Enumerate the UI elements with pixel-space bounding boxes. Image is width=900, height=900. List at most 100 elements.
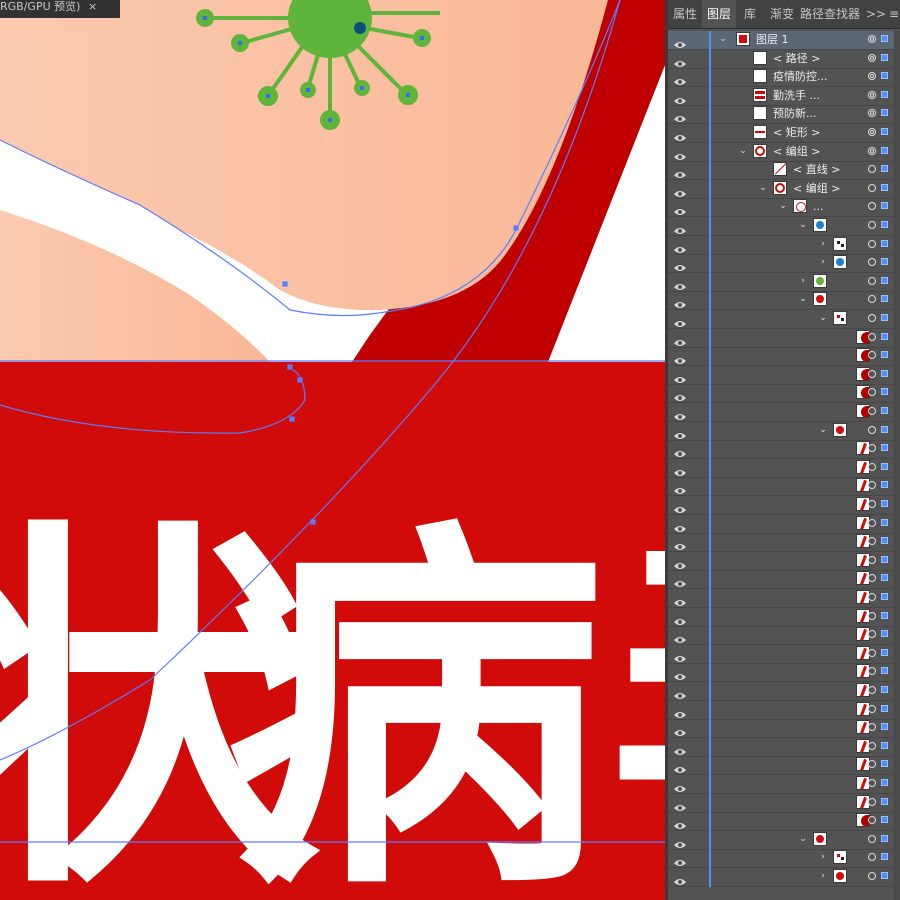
visibility-eye-icon[interactable]: [674, 612, 686, 625]
layer-target-icon[interactable]: [868, 183, 876, 192]
visibility-eye-icon[interactable]: [674, 593, 686, 606]
visibility-eye-icon[interactable]: [674, 742, 686, 755]
layer-target-icon[interactable]: [868, 537, 876, 546]
visibility-eye-icon[interactable]: [674, 537, 686, 551]
chevron-down-icon[interactable]: ⌄: [738, 146, 748, 156]
tab-gradient[interactable]: 渐变: [764, 0, 800, 28]
layer-row[interactable]: [668, 440, 900, 460]
visibility-eye-icon[interactable]: [674, 686, 686, 699]
layer-target-icon[interactable]: [868, 90, 876, 99]
layer-row[interactable]: ⌄: [668, 421, 900, 441]
selection-indicator[interactable]: [881, 462, 888, 470]
selection-indicator[interactable]: [881, 276, 888, 284]
visibility-eye-icon[interactable]: [674, 574, 686, 588]
visibility-eye-icon[interactable]: [674, 835, 686, 848]
layer-row[interactable]: ›: [668, 254, 900, 274]
selection-indicator[interactable]: [881, 593, 888, 600]
layer-target-icon[interactable]: [868, 369, 876, 378]
visibility-eye-icon[interactable]: [674, 109, 686, 123]
layer-row[interactable]: [668, 700, 900, 720]
layer-target-icon[interactable]: [868, 425, 876, 434]
visibility-eye-icon[interactable]: [674, 295, 686, 309]
visibility-eye-icon[interactable]: [674, 463, 686, 476]
layer-row[interactable]: ⌄: [668, 830, 900, 850]
selection-indicator[interactable]: [881, 351, 888, 359]
layer-target-icon[interactable]: [868, 574, 876, 583]
layer-row[interactable]: [668, 775, 900, 794]
selection-indicator[interactable]: [881, 90, 888, 98]
layer-target-icon[interactable]: [868, 462, 876, 471]
visibility-eye-icon[interactable]: [674, 221, 686, 234]
chevron-down-icon[interactable]: ⌄: [718, 34, 728, 44]
layer-row[interactable]: [668, 477, 900, 497]
layer-row[interactable]: ›: [668, 868, 900, 887]
layer-target-icon[interactable]: [868, 72, 876, 81]
layer-name[interactable]: 图层 1: [756, 32, 789, 47]
visibility-eye-icon[interactable]: [674, 128, 686, 141]
panel-menu-icon[interactable]: ≡: [888, 0, 900, 28]
selection-indicator[interactable]: [881, 555, 888, 563]
visibility-eye-icon[interactable]: [674, 370, 686, 383]
layer-target-icon[interactable]: [868, 35, 876, 43]
selection-indicator[interactable]: [881, 816, 888, 824]
selection-indicator[interactable]: [881, 667, 888, 675]
chevron-down-icon[interactable]: ⌄: [818, 425, 828, 435]
visibility-eye-icon[interactable]: [674, 705, 686, 718]
visibility-eye-icon[interactable]: [674, 481, 686, 495]
layer-row[interactable]: < 路径 >: [668, 49, 900, 69]
selection-indicator[interactable]: [881, 444, 888, 452]
layer-target-icon[interactable]: [868, 518, 876, 527]
visibility-eye-icon[interactable]: [674, 35, 686, 48]
layer-row[interactable]: < 矩形 >: [668, 124, 900, 143]
selection-indicator[interactable]: [881, 853, 888, 861]
selection-indicator[interactable]: [881, 239, 888, 247]
layer-target-icon[interactable]: [868, 872, 876, 880]
selection-indicator[interactable]: [881, 872, 888, 879]
visibility-eye-icon[interactable]: [674, 407, 686, 420]
visibility-eye-icon[interactable]: [674, 240, 686, 253]
layer-target-icon[interactable]: [868, 351, 876, 360]
visibility-eye-icon[interactable]: [674, 184, 686, 197]
layer-row[interactable]: [668, 589, 900, 608]
layer-target-icon[interactable]: [868, 723, 876, 732]
layer-target-icon[interactable]: [868, 165, 876, 174]
layer-row[interactable]: ⌄ < 编组 >: [668, 179, 900, 199]
selection-indicator[interactable]: [881, 369, 888, 377]
layer-row[interactable]: [668, 719, 900, 739]
visibility-eye-icon[interactable]: [674, 54, 686, 67]
chevron-right-icon[interactable]: ›: [818, 852, 828, 862]
visibility-eye-icon[interactable]: [674, 314, 686, 327]
layer-target-icon[interactable]: [868, 407, 876, 415]
layer-target-icon[interactable]: [868, 481, 876, 490]
layer-row[interactable]: [668, 347, 900, 367]
artboard-canvas[interactable]: 状 病 毒: [0, 0, 667, 900]
layer-target-icon[interactable]: [868, 500, 876, 508]
selection-indicator[interactable]: [881, 630, 888, 638]
layer-row[interactable]: [668, 514, 900, 534]
layer-row[interactable]: [668, 384, 900, 404]
selection-indicator[interactable]: [881, 314, 888, 321]
selection-indicator[interactable]: [881, 779, 888, 786]
visibility-eye-icon[interactable]: [674, 147, 686, 160]
visibility-eye-icon[interactable]: [674, 333, 686, 346]
selection-indicator[interactable]: [881, 388, 888, 396]
visibility-eye-icon[interactable]: [674, 798, 686, 811]
selection-indicator[interactable]: [881, 72, 888, 80]
visibility-eye-icon[interactable]: [674, 779, 686, 792]
layer-target-icon[interactable]: [868, 704, 876, 713]
visibility-eye-icon[interactable]: [674, 872, 686, 885]
selection-indicator[interactable]: [881, 53, 888, 61]
selection-indicator[interactable]: [881, 425, 888, 433]
selection-indicator[interactable]: [881, 258, 888, 266]
layer-name[interactable]: < 矩形 >: [773, 125, 820, 140]
selection-indicator[interactable]: [881, 834, 888, 842]
layer-row[interactable]: [668, 793, 900, 813]
layer-target-icon[interactable]: [868, 332, 876, 341]
layer-row[interactable]: [668, 607, 900, 627]
visibility-eye-icon[interactable]: [674, 91, 686, 104]
layer-row[interactable]: [668, 682, 900, 701]
layer-row[interactable]: [668, 458, 900, 478]
selection-indicator[interactable]: [881, 128, 888, 135]
chevron-down-icon[interactable]: ⌄: [798, 294, 808, 304]
layer-row[interactable]: [668, 570, 900, 590]
